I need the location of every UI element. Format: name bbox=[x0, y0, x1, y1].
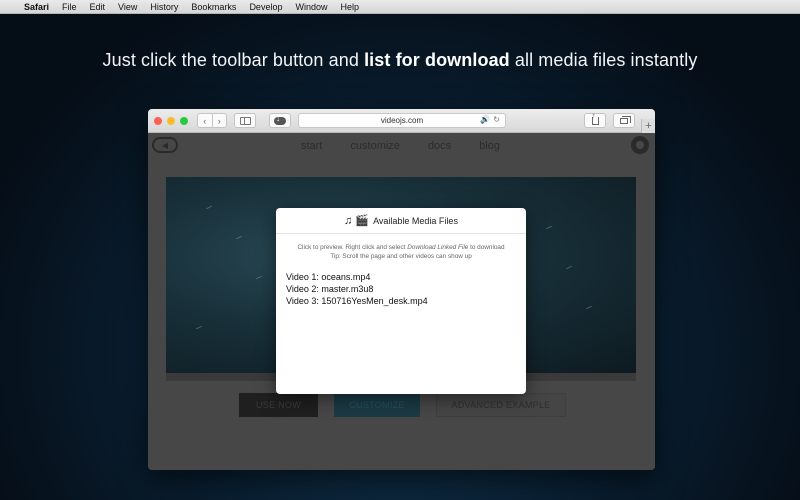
sidebar-button[interactable] bbox=[234, 113, 256, 128]
url-text: videojs.com bbox=[380, 116, 424, 125]
tip-line1-italic: Download Linked File bbox=[407, 244, 469, 251]
site-nav-start[interactable]: start bbox=[301, 140, 322, 152]
popup-instructions: Click to preview. Right click and select… bbox=[276, 243, 526, 261]
headline: Just click the toolbar button and list f… bbox=[0, 50, 800, 71]
media-file-item[interactable]: Video 2: master.m3u8 bbox=[286, 283, 526, 295]
minimize-window-button[interactable] bbox=[167, 117, 175, 125]
menu-bookmarks[interactable]: Bookmarks bbox=[191, 0, 236, 14]
github-icon[interactable] bbox=[631, 136, 649, 154]
media-download-extension-button[interactable] bbox=[269, 113, 291, 128]
menu-safari[interactable]: Safari bbox=[24, 0, 49, 14]
close-window-button[interactable] bbox=[154, 117, 162, 125]
speaker-icon[interactable]: 🔊 bbox=[480, 115, 490, 124]
media-file-list: Video 1: oceans.mp4 Video 2: master.m3u8… bbox=[276, 271, 526, 307]
new-tab-button[interactable]: + bbox=[641, 119, 655, 133]
menu-develop[interactable]: Develop bbox=[249, 0, 282, 14]
popup-header: ♫ 🎬 Available Media Files bbox=[276, 208, 526, 234]
fish-decoration bbox=[546, 225, 552, 230]
reload-icon[interactable]: ↻ bbox=[493, 115, 500, 124]
fish-decoration bbox=[256, 275, 262, 280]
fish-decoration bbox=[206, 205, 212, 210]
sidebar-icon bbox=[239, 116, 251, 125]
tip-line2: Tip: Scroll the page and other videos ca… bbox=[330, 253, 472, 260]
show-tabs-button[interactable] bbox=[613, 113, 635, 128]
fish-decoration bbox=[236, 235, 242, 240]
menu-window[interactable]: Window bbox=[295, 0, 327, 14]
menu-history[interactable]: History bbox=[150, 0, 178, 14]
use-now-button[interactable]: USE NOW bbox=[239, 393, 318, 417]
tip-line1-prefix: Click to preview. Right click and select bbox=[297, 244, 408, 251]
customize-button[interactable]: CUSTOMIZE bbox=[334, 393, 420, 417]
popup-title: Available Media Files bbox=[373, 215, 458, 226]
page-button-row: USE NOW CUSTOMIZE ADVANCED EXAMPLE bbox=[239, 393, 566, 417]
site-logo[interactable]: ◀ bbox=[152, 137, 178, 153]
address-bar[interactable]: videojs.com 🔊 ↻ bbox=[298, 113, 506, 128]
share-button[interactable] bbox=[584, 111, 606, 128]
menu-bar: Safari File Edit View History Bookmarks … bbox=[0, 0, 800, 14]
fish-decoration bbox=[566, 265, 572, 270]
fish-decoration bbox=[196, 325, 202, 330]
site-nav-blog[interactable]: blog bbox=[479, 140, 500, 152]
menu-view[interactable]: View bbox=[118, 0, 137, 14]
site-nav-customize[interactable]: customize bbox=[350, 140, 400, 152]
share-icon bbox=[591, 111, 599, 125]
site-nav-docs[interactable]: docs bbox=[428, 140, 451, 152]
headline-bold: list for download bbox=[364, 50, 510, 70]
music-film-icon: ♫ 🎬 bbox=[344, 215, 370, 227]
forward-button[interactable]: › bbox=[212, 116, 226, 126]
tip-line1-suffix: to download bbox=[468, 244, 505, 251]
menu-file[interactable]: File bbox=[62, 0, 77, 14]
media-file-item[interactable]: Video 3: 150716YesMen_desk.mp4 bbox=[286, 295, 526, 307]
headline-before: Just click the toolbar button and bbox=[102, 50, 365, 70]
menu-edit[interactable]: Edit bbox=[90, 0, 106, 14]
cloud-download-icon bbox=[274, 114, 286, 125]
play-logo-icon: ◀ bbox=[161, 140, 169, 150]
fish-decoration bbox=[586, 305, 592, 310]
media-file-item[interactable]: Video 1: oceans.mp4 bbox=[286, 271, 526, 283]
zoom-window-button[interactable] bbox=[180, 117, 188, 125]
media-files-popup: ♫ 🎬 Available Media Files Click to previ… bbox=[276, 208, 526, 394]
back-button[interactable]: ‹ bbox=[198, 116, 212, 126]
tabs-icon bbox=[620, 115, 631, 124]
menu-help[interactable]: Help bbox=[340, 0, 359, 14]
nav-buttons: ‹ › bbox=[197, 113, 227, 128]
advanced-example-button[interactable]: ADVANCED EXAMPLE bbox=[436, 393, 566, 417]
browser-toolbar: ‹ › videojs.com 🔊 ↻ + bbox=[148, 109, 655, 133]
headline-after: all media files instantly bbox=[509, 50, 698, 70]
site-nav: start customize docs blog bbox=[301, 140, 500, 152]
